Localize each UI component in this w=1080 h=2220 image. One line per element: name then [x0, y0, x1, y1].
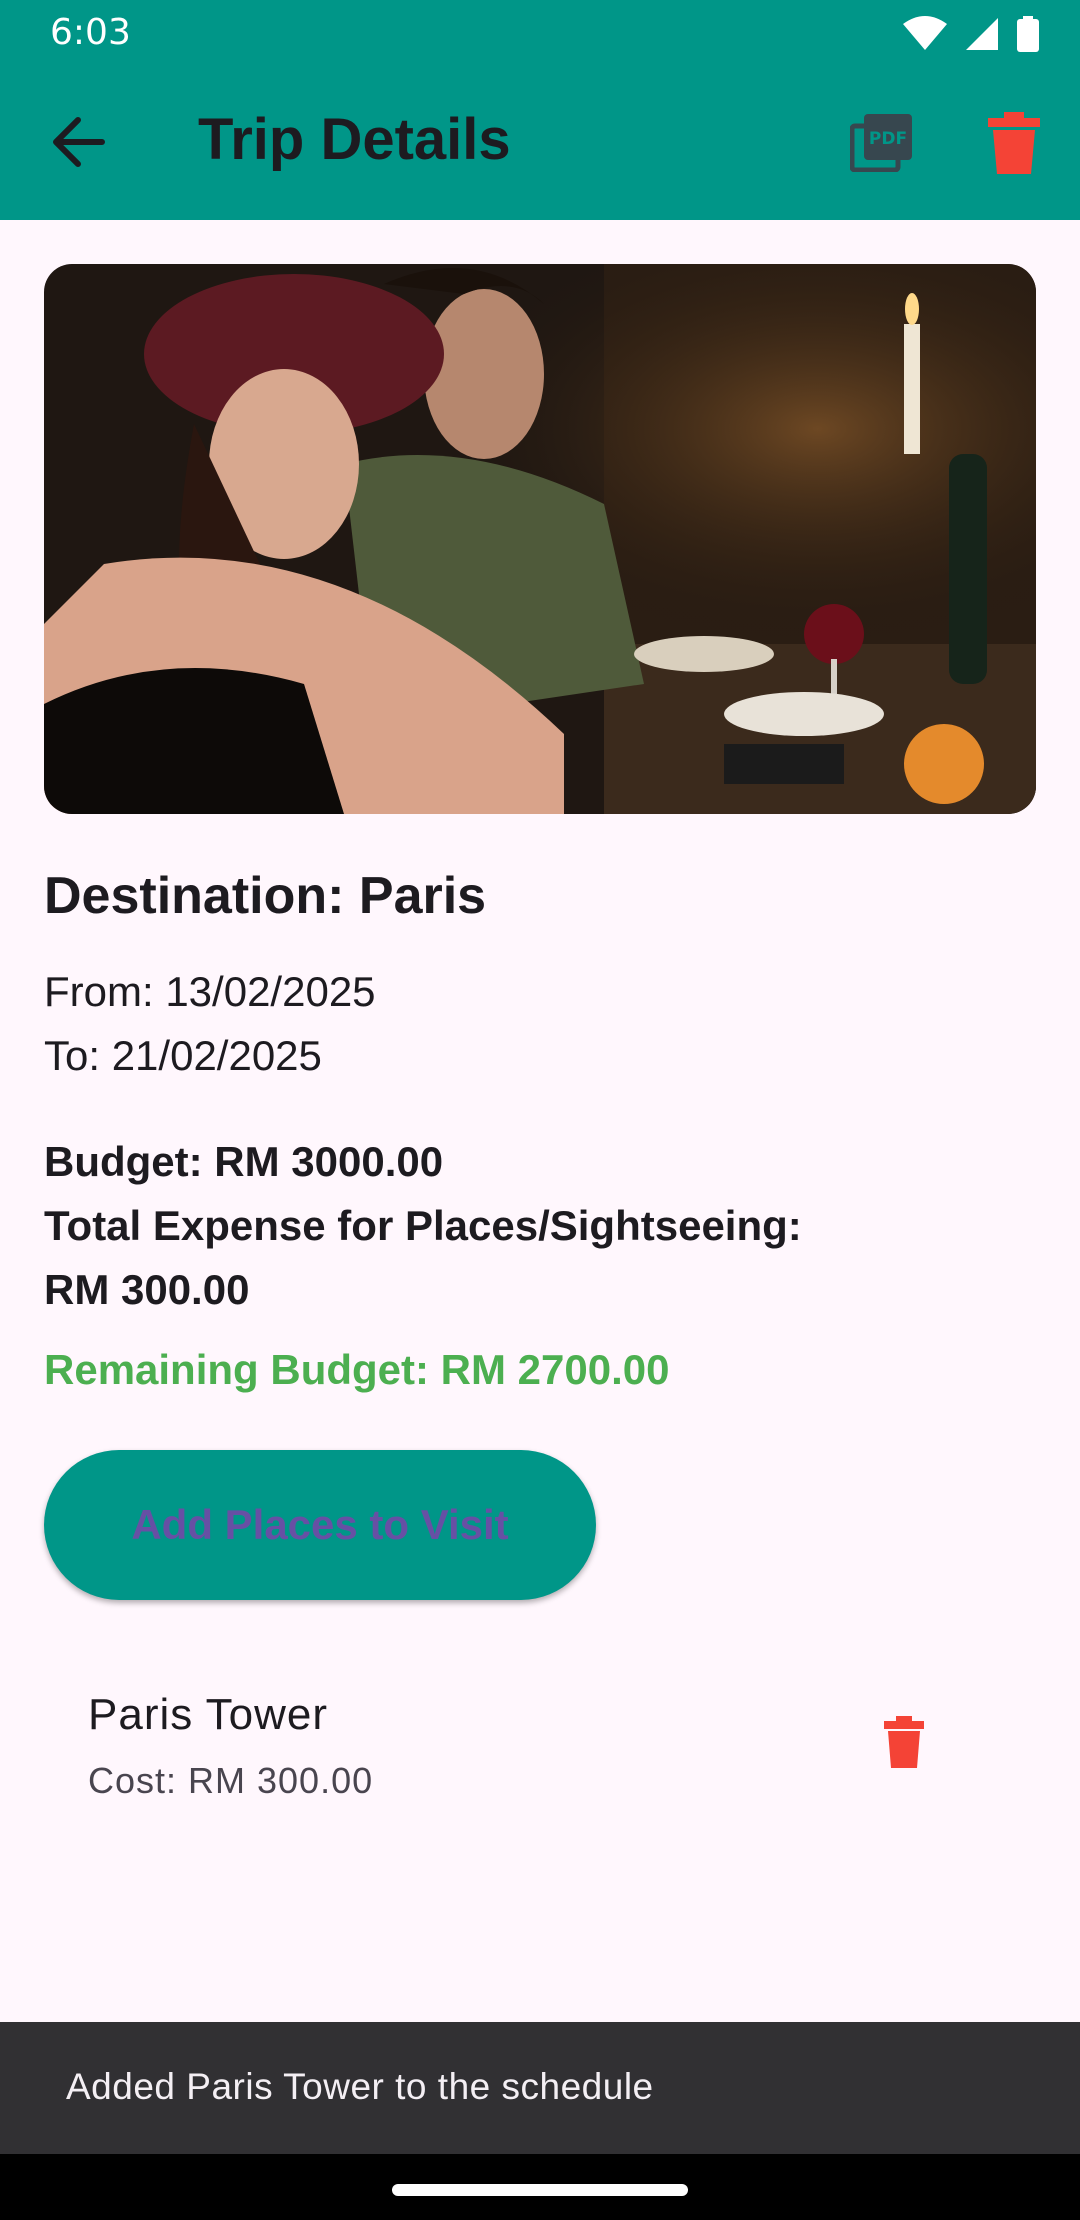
pdf-icon: PDF: [849, 114, 912, 173]
place-name: Paris Tower: [88, 1690, 329, 1739]
destination-photo: [44, 264, 1036, 814]
delete-icon: [988, 112, 1040, 174]
total-expense-value: RM 300.00: [44, 1266, 250, 1313]
delete-icon: [884, 1716, 924, 1768]
snackbar-message: Added Paris Tower to the schedule: [66, 2066, 654, 2107]
to-date: To: 21/02/2025: [44, 1032, 322, 1079]
status-time: 6:03: [50, 12, 131, 53]
add-places-button[interactable]: Add Places to Visit: [44, 1450, 596, 1600]
trip-dates: From: 13/02/2025 To: 21/02/2025: [44, 960, 376, 1088]
app-bar: 6:03 Trip Details PDF: [0, 0, 1080, 220]
from-date: From: 13/02/2025: [44, 968, 376, 1015]
arrow-back-icon: [53, 117, 105, 167]
back-button[interactable]: [44, 112, 114, 172]
total-expense-label: Total Expense for Places/Sightseeing:: [44, 1202, 802, 1249]
delete-place-button[interactable]: [884, 1716, 924, 1768]
signal-icon: [966, 18, 998, 50]
battery-icon: [1017, 16, 1039, 52]
budget-summary: Budget: RM 3000.00 Total Expense for Pla…: [44, 1130, 1004, 1322]
page-title: Trip Details: [198, 107, 511, 172]
wifi-icon: [903, 16, 947, 50]
remaining-budget: Remaining Budget: RM 2700.00: [44, 1346, 670, 1393]
destination-label: Destination: Paris: [44, 867, 487, 925]
home-gesture-handle[interactable]: [392, 2184, 688, 2196]
export-pdf-button[interactable]: PDF: [849, 112, 914, 173]
svg-text:PDF: PDF: [869, 129, 907, 149]
budget-label: Budget: RM 3000.00: [44, 1138, 444, 1185]
list-item[interactable]: Paris Tower Cost: RM 300.00: [88, 1680, 958, 1820]
place-cost: Cost: RM 300.00: [88, 1760, 374, 1801]
status-icons: [902, 14, 1040, 54]
snackbar: Added Paris Tower to the schedule: [0, 2022, 1080, 2154]
delete-trip-button[interactable]: [988, 112, 1040, 174]
